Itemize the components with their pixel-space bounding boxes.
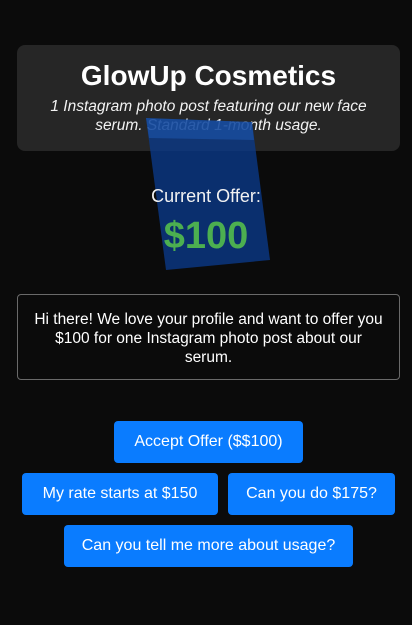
rate-starts-button[interactable]: My rate starts at $150 [22,473,218,515]
brand-title: GlowUp Cosmetics [80,60,337,91]
counter-offer-button[interactable]: Can you do $175? [228,473,395,515]
offer-amount: $100 [163,215,249,257]
current-offer: Current Offer: $100 [0,185,412,259]
brand-message: Hi there! We love your profile and want … [17,294,400,380]
accept-offer-button[interactable]: Accept Offer ($$100) [114,421,303,463]
offer-label: Current Offer: [151,186,261,206]
ask-usage-button[interactable]: Can you tell me more about usage? [64,525,353,567]
negotiation-screen: GlowUp Cosmetics 1 Instagram photo post … [0,0,412,625]
